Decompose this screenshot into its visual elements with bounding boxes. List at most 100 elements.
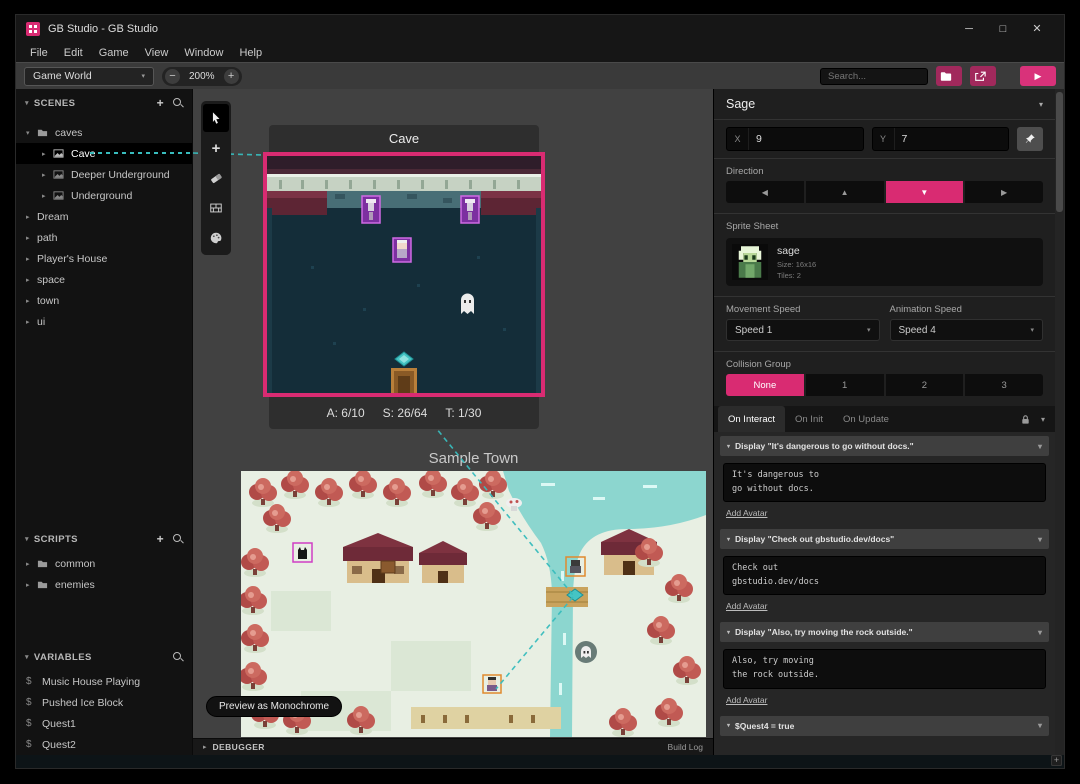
sidebar-item-dream[interactable]: ▸ Dream bbox=[16, 206, 192, 227]
direction-up-button[interactable]: ▲ bbox=[806, 181, 884, 203]
divider bbox=[714, 351, 1055, 352]
search-input[interactable] bbox=[820, 68, 928, 85]
collision-none-button[interactable]: None bbox=[726, 374, 804, 396]
lock-icon[interactable] bbox=[1020, 414, 1031, 425]
scene-cave[interactable]: Cave bbox=[263, 125, 545, 429]
collision-1-button[interactable]: 1 bbox=[806, 374, 884, 396]
sidebar-item-deeper-underground[interactable]: ▸ Deeper Underground bbox=[16, 164, 192, 185]
animation-speed-select[interactable]: Speed 4 ▾ bbox=[890, 319, 1044, 341]
build-log-link[interactable]: Build Log bbox=[668, 742, 703, 752]
add-avatar-link[interactable]: Add Avatar bbox=[726, 601, 767, 611]
search-icon[interactable] bbox=[173, 98, 183, 108]
pointer-icon bbox=[209, 111, 223, 125]
sidebar-item-space[interactable]: ▸ space bbox=[16, 269, 192, 290]
chevron-down-icon[interactable]: ▾ bbox=[1041, 415, 1045, 424]
scene-cave-header[interactable]: Cave bbox=[269, 125, 539, 152]
movement-speed-group: Movement Speed Speed 1 ▾ bbox=[726, 299, 880, 341]
event-header[interactable]: ▾ Display "Check out gbstudio.dev/docs" … bbox=[720, 529, 1049, 549]
debugger-bar[interactable]: ▸ DEBUGGER Build Log bbox=[193, 738, 713, 755]
add-avatar-link[interactable]: Add Avatar bbox=[726, 695, 767, 705]
preview-monochrome-button[interactable]: Preview as Monochrome bbox=[206, 696, 342, 717]
dialogue-text-input[interactable]: Also, try moving the rock outside. bbox=[723, 649, 1046, 688]
search-icon[interactable] bbox=[173, 652, 183, 662]
chevron-down-icon: ▾ bbox=[1030, 326, 1034, 334]
event-list: ▾ Display "It's dangerous to go without … bbox=[714, 432, 1055, 755]
event-header[interactable]: ▾ Display "It's dangerous to go without … bbox=[720, 436, 1049, 456]
event-title: $Quest4 = true bbox=[735, 721, 794, 731]
variable-item-pushed-ice-block[interactable]: $ Pushed Ice Block bbox=[16, 692, 192, 713]
add-avatar-link[interactable]: Add Avatar bbox=[726, 508, 767, 518]
add-script-button[interactable]: + bbox=[157, 533, 164, 545]
export-button[interactable] bbox=[970, 66, 996, 86]
menu-view[interactable]: View bbox=[137, 47, 177, 59]
stat-sprites: S: 26/64 bbox=[383, 406, 428, 420]
scene-cave-map[interactable] bbox=[263, 152, 545, 397]
event-header[interactable]: ▾ Display "Also, try moving the rock out… bbox=[720, 622, 1049, 642]
direction-left-button[interactable]: ◀ bbox=[726, 181, 804, 203]
scenes-section-header[interactable]: ▾ SCENES + bbox=[16, 93, 192, 113]
colorize-tool-button[interactable] bbox=[203, 224, 229, 252]
variable-item-quest1[interactable]: $ Quest1 bbox=[16, 713, 192, 734]
inspector-scrollbar[interactable] bbox=[1055, 89, 1064, 755]
tab-on-update[interactable]: On Update bbox=[833, 406, 899, 432]
event-header[interactable]: ▾ $Quest4 = true ▾ bbox=[720, 716, 1049, 736]
collision-3-button[interactable]: 3 bbox=[965, 374, 1043, 396]
select-tool-button[interactable] bbox=[203, 104, 229, 132]
sidebar-item-players-house[interactable]: ▸ Player's House bbox=[16, 248, 192, 269]
sprite-sheet-picker[interactable]: sage Size: 16x16 Tiles: 2 bbox=[726, 238, 1043, 286]
menu-window[interactable]: Window bbox=[176, 47, 231, 59]
dialogue-text-input[interactable]: Check out gbstudio.dev/docs bbox=[723, 556, 1046, 595]
scene-icon bbox=[53, 169, 65, 181]
collision-2-button[interactable]: 2 bbox=[886, 374, 964, 396]
debugger-label: DEBUGGER bbox=[213, 742, 265, 752]
sidebar-item-town[interactable]: ▸ town bbox=[16, 290, 192, 311]
menu-game[interactable]: Game bbox=[91, 47, 137, 59]
world-canvas[interactable]: + Cave bbox=[193, 89, 713, 755]
movement-speed-select[interactable]: Speed 1 ▾ bbox=[726, 319, 880, 341]
close-button[interactable]: ✕ bbox=[1020, 15, 1054, 43]
menu-file[interactable]: File bbox=[22, 47, 56, 59]
zoom-in-button[interactable]: + bbox=[224, 69, 239, 84]
tab-on-init[interactable]: On Init bbox=[785, 406, 833, 432]
sidebar-item-common[interactable]: ▸ common bbox=[16, 553, 192, 574]
scripts-section-header[interactable]: ▾ SCRIPTS + bbox=[16, 529, 192, 549]
view-mode-dropdown[interactable]: Game World ▾ bbox=[24, 67, 154, 86]
maximize-button[interactable]: □ bbox=[986, 15, 1020, 43]
scene-sample-town[interactable]: Sample Town bbox=[241, 445, 706, 737]
x-position-input[interactable]: X 9 bbox=[726, 127, 864, 151]
menu-help[interactable]: Help bbox=[231, 47, 270, 59]
scrollbar-thumb[interactable] bbox=[1056, 92, 1063, 212]
variable-item-quest2[interactable]: $ Quest2 bbox=[16, 734, 192, 755]
direction-down-button[interactable]: ▼ bbox=[886, 181, 964, 203]
variables-section-header[interactable]: ▾ VARIABLES bbox=[16, 647, 192, 667]
add-tool-button[interactable]: + bbox=[203, 134, 229, 162]
sidebar-item-underground[interactable]: ▸ Underground bbox=[16, 185, 192, 206]
zoom-out-button[interactable]: − bbox=[165, 69, 180, 84]
tab-on-interact[interactable]: On Interact bbox=[718, 406, 785, 432]
chevron-down-icon: ▾ bbox=[25, 535, 29, 543]
scene-cave-stats: A: 6/10 S: 26/64 T: 1/30 bbox=[269, 397, 539, 429]
search-icon[interactable] bbox=[173, 534, 183, 544]
eraser-tool-button[interactable] bbox=[203, 164, 229, 192]
sidebar-item-enemies[interactable]: ▸ enemies bbox=[16, 574, 192, 595]
tree-item-label: Player's House bbox=[37, 253, 107, 265]
pin-actor-button[interactable] bbox=[1017, 127, 1043, 151]
run-game-button[interactable]: ▶ bbox=[1020, 66, 1056, 86]
position-row: X 9 Y 7 bbox=[714, 120, 1055, 158]
minimize-button[interactable]: ─ bbox=[952, 15, 986, 43]
inspector-header[interactable]: Sage ▾ bbox=[714, 89, 1055, 119]
y-position-input[interactable]: Y 7 bbox=[872, 127, 1010, 151]
direction-right-button[interactable]: ▶ bbox=[965, 181, 1043, 203]
zoom-control: − 200% + bbox=[162, 67, 242, 86]
open-project-folder-button[interactable] bbox=[936, 66, 962, 86]
add-scene-button[interactable]: + bbox=[157, 97, 164, 109]
event-body: Check out gbstudio.dev/docs + Add Avatar bbox=[720, 549, 1049, 618]
dialogue-text-input[interactable]: It's dangerous to go without docs. bbox=[723, 463, 1046, 502]
collisions-tool-button[interactable] bbox=[203, 194, 229, 222]
menu-edit[interactable]: Edit bbox=[56, 47, 91, 59]
variable-icon: $ bbox=[26, 739, 38, 750]
variable-item-music-house-playing[interactable]: $ Music House Playing bbox=[16, 671, 192, 692]
sidebar-item-ui[interactable]: ▸ ui bbox=[16, 311, 192, 332]
sidebar-item-caves[interactable]: ▾ caves bbox=[16, 122, 192, 143]
sidebar-item-path[interactable]: ▸ path bbox=[16, 227, 192, 248]
